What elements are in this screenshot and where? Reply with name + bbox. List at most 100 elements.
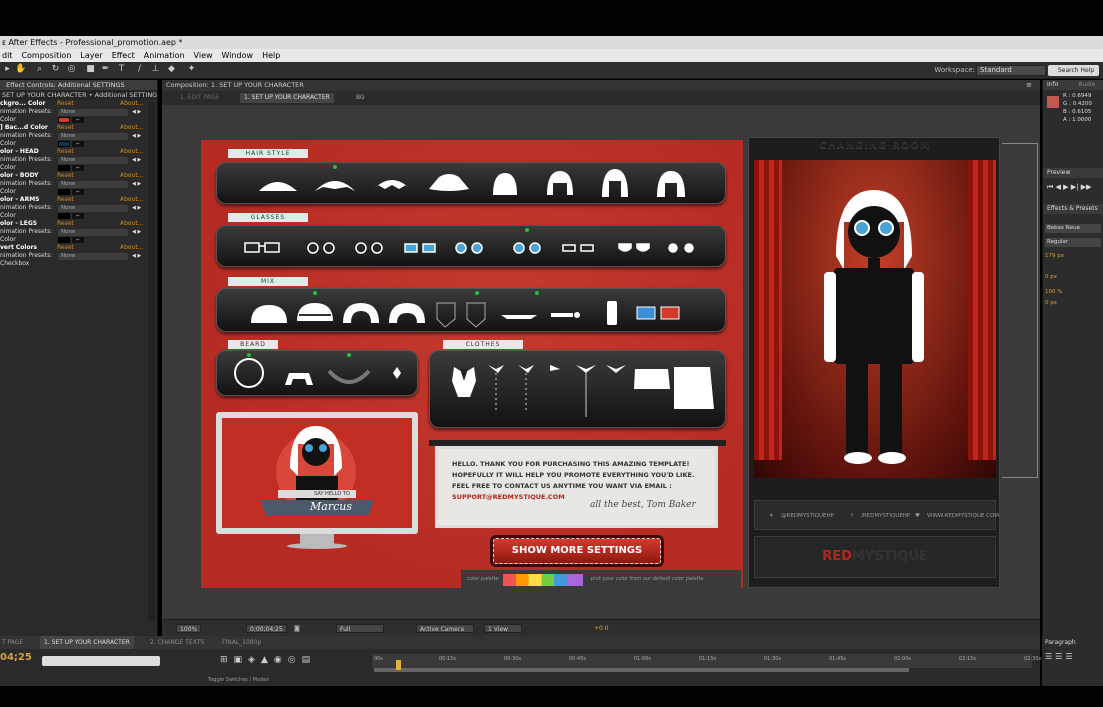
clothes-options[interactable] [430,351,727,429]
heart-icon[interactable]: ♥ [915,501,920,531]
current-time[interactable]: 0;00;04;25 [246,624,287,633]
preview-controls[interactable]: ⏮ ◀ ▶ ▶| ▶▶ [1043,178,1103,196]
menu-animation[interactable]: Animation [144,49,185,62]
effect-group-header[interactable]: olor - ARMS Reset About... [0,196,157,204]
composition-tab[interactable]: Composition: 1. SET UP YOUR CHARACTER [166,80,304,91]
resolution-select[interactable]: Full [336,624,384,633]
reset-link[interactable]: Reset [57,244,74,252]
facebook-icon[interactable]: f [851,501,853,531]
checkbox-row[interactable]: Checkbox [0,260,157,268]
show-more-settings-button[interactable]: SHOW MORE SETTINGS [493,538,661,564]
presets-select[interactable]: None [58,109,128,116]
reset-link[interactable]: Reset [57,148,74,156]
presets-select[interactable]: None [58,133,128,140]
brush-tool-icon[interactable]: / [134,64,145,75]
about-link[interactable]: About... [120,148,143,156]
beard-options[interactable] [217,351,419,397]
preset-nav-icon[interactable]: ◀ ▶ [132,156,141,164]
comp-subtab-edit-page[interactable]: 1. EDIT PAGE [180,91,219,105]
effect-group-header[interactable]: ] Bac...d Color Reset About... [0,124,157,132]
current-time-indicator[interactable] [396,660,401,670]
glasses-options[interactable] [217,226,727,268]
preset-nav-icon[interactable]: ◀ ▶ [132,108,141,116]
font-style-select[interactable]: Regular [1045,238,1101,247]
info-tab[interactable]: Info [1047,81,1058,88]
presets-select[interactable]: None [58,253,128,260]
effect-group-header[interactable]: ckgro... Color Reset About... [0,100,157,108]
twitter-icon[interactable]: ✦ [769,501,774,531]
preset-nav-icon[interactable]: ◀ ▶ [132,180,141,188]
audio-tab[interactable]: Audio [1078,81,1095,88]
menu-effect[interactable]: Effect [112,49,135,62]
stamp-tool-icon[interactable]: ⊥ [150,64,161,75]
timeline-search-input[interactable] [42,656,160,666]
eyedropper-icon[interactable]: ⌐ [72,237,84,243]
timeline-tab-change-texts[interactable]: 2. CHANGE TEXTS [150,636,204,649]
snapshot-icon[interactable]: ◙ [294,620,300,637]
effect-group-header[interactable]: vert Colors Reset About... [0,244,157,252]
presets-select[interactable]: None [58,157,128,164]
about-link[interactable]: About... [120,100,143,108]
effect-group-header[interactable]: olor - HEAD Reset About... [0,148,157,156]
about-link[interactable]: About... [120,196,143,204]
comp-subtab-setup[interactable]: 1. SET UP YOUR CHARACTER [240,93,334,103]
font-size-value[interactable]: 179 px [1045,253,1101,260]
about-link[interactable]: About... [120,244,143,252]
menu-edit[interactable]: dit [2,49,12,62]
presets-select[interactable]: None [58,181,128,188]
presets-select[interactable]: None [58,205,128,212]
hair-style-options[interactable] [217,163,727,205]
mix-options[interactable] [217,289,727,333]
search-help-input[interactable]: Search Help [1048,65,1099,76]
comp-subtab-bg[interactable]: BG [356,91,365,105]
eyedropper-icon[interactable]: ⌐ [72,213,84,219]
eraser-tool-icon[interactable]: ◆ [166,64,177,75]
menu-layer[interactable]: Layer [80,49,102,62]
reset-link[interactable]: Reset [57,124,74,132]
color-swatch[interactable] [58,237,70,243]
workspace-select[interactable]: Standard [976,65,1046,76]
font-select[interactable]: Bebas Neue [1045,224,1101,233]
paragraph-title[interactable]: Paragraph [1045,639,1076,646]
reset-link[interactable]: Reset [57,196,74,204]
hand-tool-icon[interactable]: ✋ [15,64,26,75]
preset-nav-icon[interactable]: ◀ ▶ [132,132,141,140]
type-tool-icon[interactable]: T [116,64,127,75]
timeline-timecode[interactable]: 04;25 [0,652,32,663]
menu-help[interactable]: Help [262,49,280,62]
camera-select[interactable]: Active Camera [416,624,474,633]
time-ruler[interactable]: 00s 00:15s 00:30s 00:45s 01:00s 01:15s 01:30s 0… [372,654,1041,668]
pen-tool-icon[interactable]: ✒ [100,64,111,75]
selection-tool-icon[interactable]: ▸ [2,64,13,75]
reset-link[interactable]: Reset [57,220,74,228]
eyedropper-icon[interactable]: ⌐ [72,189,84,195]
preset-nav-icon[interactable]: ◀ ▶ [132,228,141,236]
effect-group-header[interactable]: olor - LEGS Reset About... [0,220,157,228]
timeline-tab-setup[interactable]: 1. SET UP YOUR CHARACTER [40,636,134,649]
menu-window[interactable]: Window [222,49,254,62]
camera-tool-icon[interactable]: ◎ [66,64,77,75]
eyedropper-icon[interactable]: ⌐ [72,141,84,147]
work-area-bar[interactable] [374,668,909,672]
zoom-select[interactable]: 100% [176,624,202,633]
color-swatch[interactable] [58,165,70,171]
support-email[interactable]: SUPPORT@REDMYSTIQUE.COM [452,493,565,501]
about-link[interactable]: About... [120,172,143,180]
menu-composition[interactable]: Composition [21,49,71,62]
color-swatch[interactable] [58,141,70,147]
color-swatch[interactable] [58,189,70,195]
eyedropper-icon[interactable]: ⌐ [72,165,84,171]
effect-controls-title[interactable]: Effect Controls: Additional SETTINGS [0,80,157,90]
effect-group-header[interactable]: olor - BODY Reset About... [0,172,157,180]
menu-view[interactable]: View [194,49,213,62]
puppet-tool-icon[interactable]: ✦ [186,64,197,75]
reset-link[interactable]: Reset [57,100,74,108]
palette-swatches[interactable] [503,574,583,586]
about-link[interactable]: About... [120,220,143,228]
effect-controls-scrollbar[interactable] [148,102,155,622]
preview-title[interactable]: Preview [1043,168,1103,178]
effects-presets-title[interactable]: Effects & Presets [1043,204,1103,214]
exposure-value[interactable]: +0.0 [594,620,609,637]
about-link[interactable]: About... [120,124,143,132]
website-link[interactable]: WWW.REDMYSTIQUE.COM [927,501,999,531]
